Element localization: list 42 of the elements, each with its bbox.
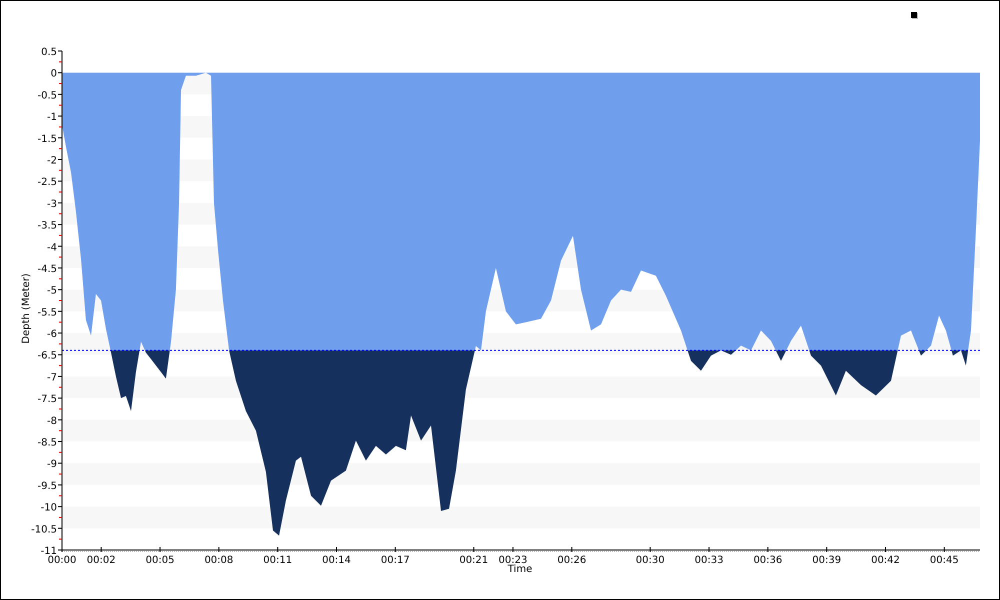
y-tick-label: 0.5: [41, 47, 57, 58]
x-tick-label: 00:33: [694, 555, 724, 566]
y-tick-label: -3: [47, 198, 57, 210]
y-tick-label: -7.5: [37, 394, 57, 406]
y-tick-label: -6: [47, 329, 57, 340]
x-tick-label: 00:02: [86, 555, 116, 566]
x-tick-label: 00:39: [812, 555, 842, 566]
y-tick-label: -11: [40, 546, 57, 557]
y-tick-label: -0.5: [37, 90, 57, 102]
y-tick-label: -10: [40, 502, 57, 514]
y-tick-label: -2: [47, 155, 57, 166]
x-axis-title: Time: [508, 564, 532, 575]
y-tick-label: -8.5: [37, 438, 57, 449]
y-axis-title: Depth (Meter): [21, 273, 32, 344]
y-tick-label: -1: [47, 112, 57, 124]
y-tick-label: 0: [50, 68, 57, 80]
y-tick-label: -9.5: [37, 480, 57, 492]
x-tick-label: 00:11: [263, 555, 292, 566]
y-tick-label: -10.5: [31, 524, 57, 536]
x-tick-label: 00:45: [930, 555, 959, 566]
x-tick-label: 00:08: [204, 555, 234, 566]
y-tick-label: -4.5: [37, 264, 57, 275]
y-tick-label: -5: [47, 286, 57, 297]
y-tick-label: -8: [47, 416, 57, 427]
y-tick-label: -1.5: [37, 134, 57, 145]
x-tick-label: 00:36: [753, 555, 782, 566]
y-tick-label: -2.5: [37, 177, 57, 188]
y-tick-label: -3.5: [37, 220, 57, 232]
y-tick-label: -5.5: [37, 307, 57, 318]
legend-icon: [911, 12, 918, 19]
y-tick-label: -9: [47, 459, 57, 470]
x-tick-label: 00:05: [146, 555, 174, 566]
y-tick-label: -6.5: [37, 350, 57, 362]
x-tick-label: 00:26: [557, 555, 586, 566]
x-tick-label: 00:00: [48, 555, 76, 566]
x-tick-label: 00:17: [380, 555, 410, 566]
x-tick-label: 00:30: [636, 555, 665, 566]
y-tick-label: -7: [47, 372, 57, 384]
x-tick-label: 00:21: [459, 555, 488, 566]
x-tick-label: 00:42: [871, 555, 900, 566]
y-tick-label: -4: [47, 242, 57, 254]
x-tick-label: 00:14: [322, 555, 351, 566]
